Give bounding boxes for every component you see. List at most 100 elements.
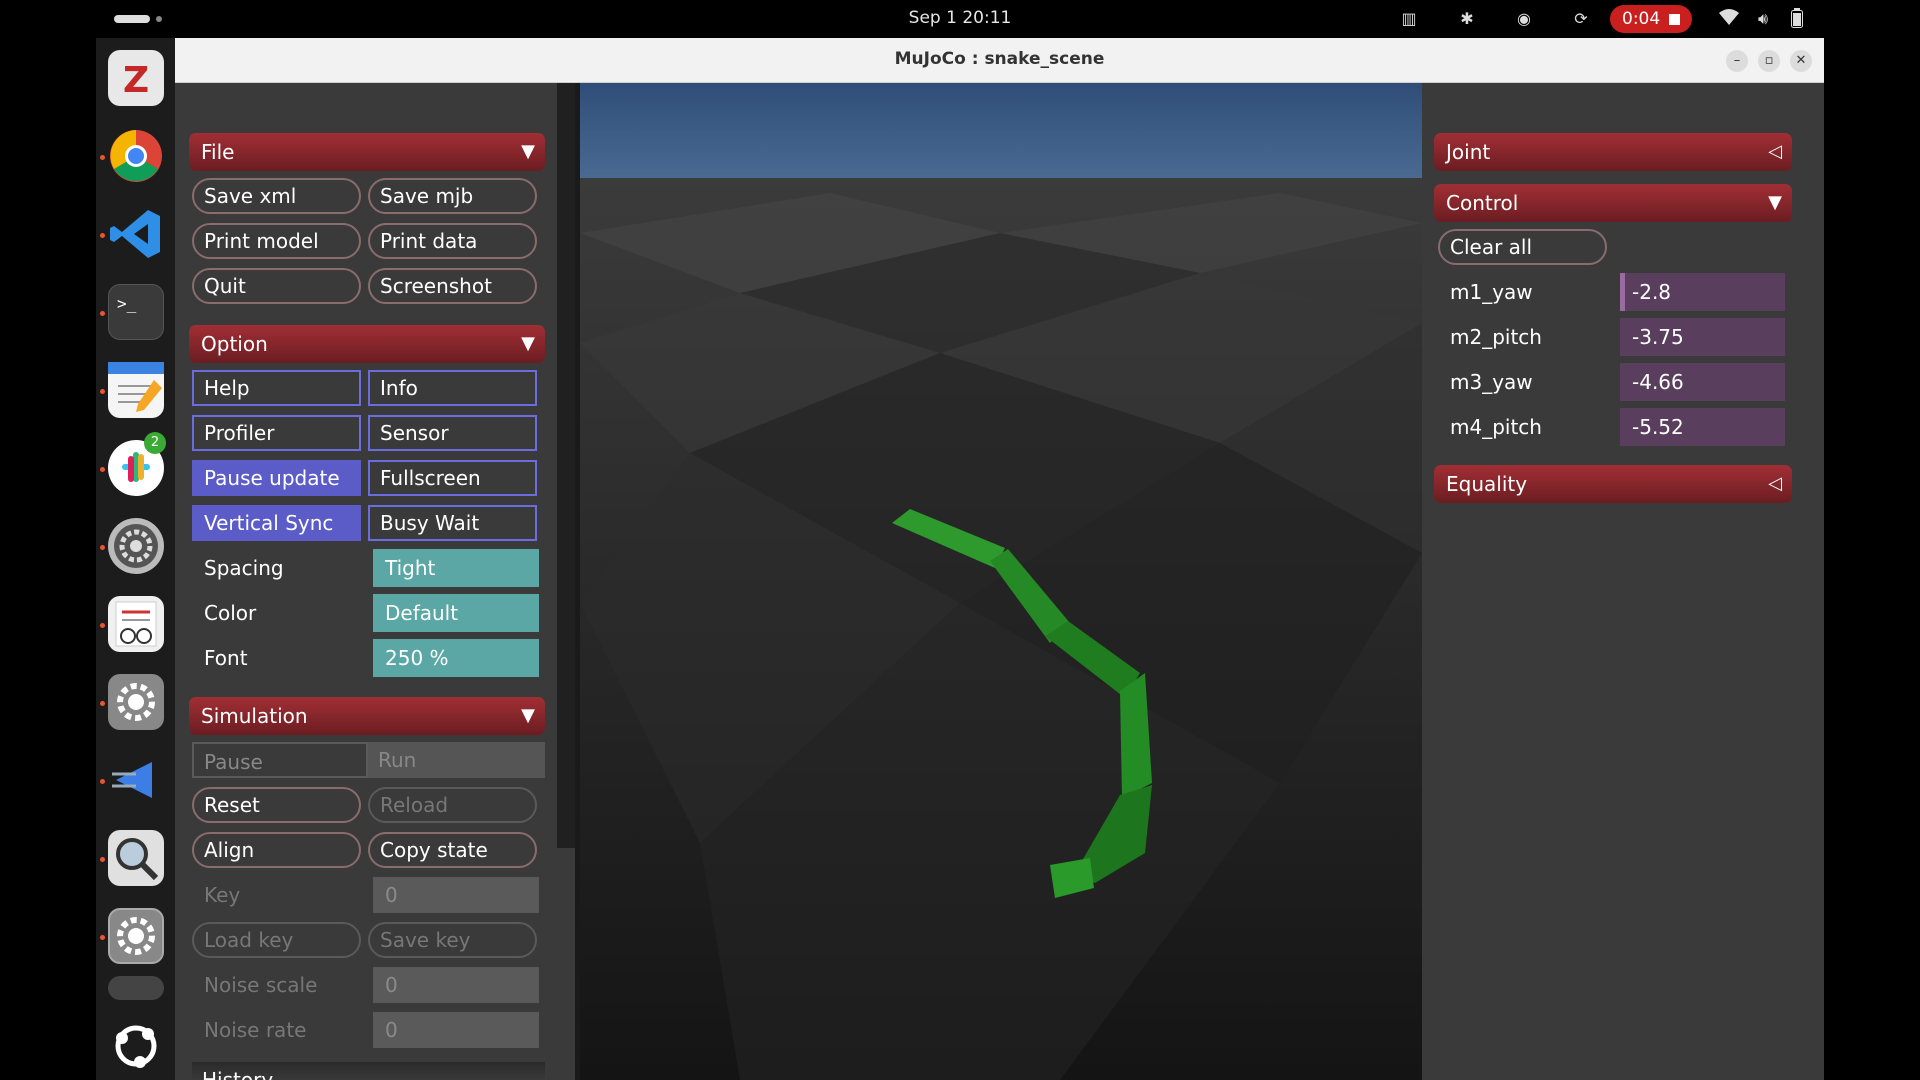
color-select[interactable]: Default — [373, 594, 539, 632]
save-key-button[interactable]: Save key — [368, 922, 537, 958]
close-button[interactable]: ✕ — [1790, 50, 1812, 72]
discord-tray-icon[interactable]: ◉ — [1510, 8, 1538, 32]
sky — [580, 83, 1422, 178]
notification-badge: 2 — [144, 432, 166, 454]
noise-rate-input[interactable]: 0 — [373, 1012, 539, 1048]
terminal-icon[interactable]: >_ — [108, 284, 164, 340]
reset-button[interactable]: Reset — [192, 787, 361, 823]
fullscreen-toggle[interactable]: Fullscreen — [368, 460, 537, 496]
collapse-triangle-icon: ▼ — [521, 141, 535, 162]
stop-icon — [1669, 14, 1680, 25]
system-settings-icon[interactable] — [108, 674, 164, 730]
help-toggle[interactable]: Help — [192, 370, 361, 406]
actuator-slider-m1-yaw[interactable]: -2.8 — [1620, 273, 1785, 311]
pause-update-toggle[interactable]: Pause update — [192, 460, 361, 496]
spacing-select[interactable]: Tight — [373, 549, 539, 587]
actuator-value: -3.75 — [1632, 325, 1684, 349]
control-section-title: Control — [1446, 191, 1519, 215]
profiler-toggle[interactable]: Profiler — [192, 415, 361, 451]
actuator-label-m1-yaw: m1_yaw — [1450, 280, 1533, 304]
slack-tray-icon[interactable]: ✱ — [1454, 8, 1480, 32]
vertical-sync-toggle[interactable]: Vertical Sync — [192, 505, 361, 541]
actuator-slider-m3-yaw[interactable]: -4.66 — [1620, 363, 1785, 401]
vscode-icon[interactable] — [108, 206, 164, 262]
system-top-bar: Sep 1 20:11 ▥ ✱ ◉ ⟳ 0:04 🔊︎ — [96, 0, 1824, 38]
actuator-slider-m4-pitch[interactable]: -5.52 — [1620, 408, 1785, 446]
remote-desktop-icon[interactable] — [108, 752, 164, 808]
control-section-header[interactable]: Control ▼ — [1434, 184, 1792, 222]
run-radio[interactable]: Run — [368, 742, 545, 778]
file-section-title: File — [201, 140, 235, 164]
slack-icon[interactable]: 2 — [108, 432, 166, 496]
pause-radio[interactable]: Pause — [192, 742, 368, 778]
text-editor-icon[interactable] — [108, 362, 164, 418]
collapse-triangle-icon: ▼ — [1768, 192, 1782, 213]
svg-text:Z: Z — [123, 60, 149, 101]
recording-time: 0:04 — [1622, 9, 1661, 29]
simulation-section-header[interactable]: Simulation ▼ — [189, 697, 545, 735]
battery-icon[interactable] — [1784, 8, 1810, 32]
save-mjb-button[interactable]: Save mjb — [368, 178, 537, 214]
image-viewer-icon[interactable] — [108, 830, 164, 886]
collapse-triangle-icon: ▼ — [521, 705, 535, 726]
zotero-icon[interactable]: Z — [108, 50, 164, 106]
align-button[interactable]: Align — [192, 832, 361, 868]
spacing-label: Spacing — [204, 556, 284, 580]
right-ui-panel: Joint ◁ Control ▼ Clear all m1_yaw -2.8 … — [1422, 83, 1824, 1080]
sync-tray-icon[interactable]: ⟳ — [1568, 8, 1594, 32]
info-toggle[interactable]: Info — [368, 370, 537, 406]
running-indicator — [100, 311, 105, 316]
wifi-icon[interactable] — [1716, 8, 1742, 32]
document-viewer-icon[interactable] — [108, 596, 164, 652]
left-panel-scrollbar[interactable] — [557, 83, 575, 848]
clear-all-button[interactable]: Clear all — [1438, 229, 1607, 265]
actuator-label-m3-yaw: m3_yaw — [1450, 370, 1533, 394]
chrome-icon[interactable] — [108, 128, 164, 184]
left-ui-panel: File ▼ Save xml Save mjb Print model Pri… — [175, 83, 575, 1080]
clock[interactable]: Sep 1 20:11 — [96, 8, 1824, 28]
slider-knob[interactable] — [1620, 273, 1625, 311]
mujoco-app-icon[interactable] — [108, 908, 164, 964]
option-section-header[interactable]: Option ▼ — [189, 325, 545, 363]
joint-section-header[interactable]: Joint ◁ — [1434, 133, 1792, 171]
minimized-window-icon[interactable] — [108, 976, 164, 1000]
running-indicator — [100, 545, 105, 550]
collapse-triangle-icon: ▼ — [521, 333, 535, 354]
copy-state-button[interactable]: Copy state — [368, 832, 537, 868]
minimize-button[interactable]: – — [1726, 50, 1748, 72]
load-key-button[interactable]: Load key — [192, 922, 361, 958]
noise-scale-label: Noise scale — [204, 973, 318, 997]
key-input[interactable]: 0 — [373, 877, 539, 913]
print-data-button[interactable]: Print data — [368, 223, 537, 259]
equality-section-header[interactable]: Equality ◁ — [1434, 465, 1792, 503]
window-titlebar[interactable]: MuJoCo : snake_scene – ▫ ✕ — [175, 38, 1824, 83]
busy-wait-toggle[interactable]: Busy Wait — [368, 505, 537, 541]
volume-icon[interactable]: 🔊︎ — [1750, 8, 1776, 32]
expand-triangle-icon: ◁ — [1768, 473, 1782, 494]
simulation-section-title: Simulation — [201, 704, 308, 728]
sensor-toggle[interactable]: Sensor — [368, 415, 537, 451]
font-label: Font — [204, 646, 248, 670]
actuator-slider-m2-pitch[interactable]: -3.75 — [1620, 318, 1785, 356]
screenshot-button[interactable]: Screenshot — [368, 268, 537, 304]
running-indicator — [100, 467, 105, 472]
print-model-button[interactable]: Print model — [192, 223, 361, 259]
running-indicator — [100, 935, 105, 940]
maximize-button[interactable]: ▫ — [1758, 50, 1780, 72]
network-monitor-icon[interactable]: ▥ — [1396, 8, 1422, 32]
font-select[interactable]: 250 % — [373, 639, 539, 677]
screen-recording-indicator[interactable]: 0:04 — [1610, 5, 1692, 33]
save-xml-button[interactable]: Save xml — [192, 178, 361, 214]
reload-button[interactable]: Reload — [368, 787, 537, 823]
quit-button[interactable]: Quit — [192, 268, 361, 304]
running-indicator — [100, 155, 105, 160]
history-slider[interactable]: History — [192, 1062, 545, 1080]
simulation-viewport[interactable] — [580, 83, 1422, 1080]
mujoco-window: MuJoCo : snake_scene – ▫ ✕ File ▼ Save x… — [175, 38, 1824, 1080]
actuator-label-m2-pitch: m2_pitch — [1450, 325, 1542, 349]
noise-scale-input[interactable]: 0 — [373, 967, 539, 1003]
settings-gear-icon[interactable] — [108, 518, 164, 574]
svg-text:>_: >_ — [117, 294, 137, 313]
show-apps-icon[interactable] — [108, 1018, 164, 1074]
file-section-header[interactable]: File ▼ — [189, 133, 545, 171]
